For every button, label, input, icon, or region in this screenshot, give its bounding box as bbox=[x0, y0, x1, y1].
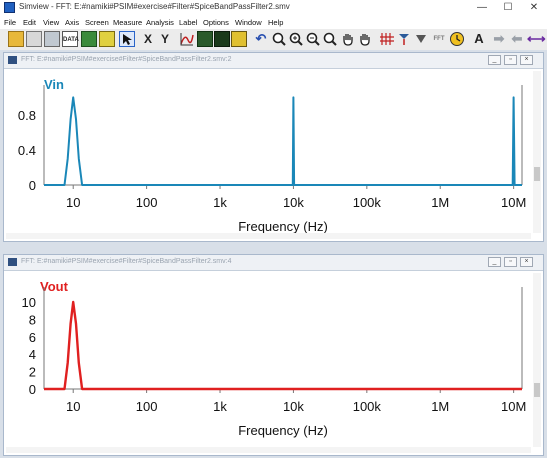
x-axis-title: Frequency (Hz) bbox=[238, 423, 328, 438]
menu-bar: File Edit View Axis Screen Measure Analy… bbox=[0, 16, 547, 29]
x-tick-label: 10M bbox=[501, 399, 526, 414]
xy-icon[interactable] bbox=[99, 31, 115, 47]
y-axis-button[interactable]: Y bbox=[157, 31, 173, 47]
x-tick-label: 1M bbox=[431, 195, 449, 210]
arrow-right-icon[interactable]: ➡ bbox=[491, 31, 507, 47]
y-tick-label: 2 bbox=[29, 365, 36, 380]
toolbar: DATA X Y ↶ FFT A ➡ ⬅ ⟷ bbox=[0, 29, 547, 51]
maximize-button[interactable]: ☐ bbox=[496, 0, 520, 16]
child-restore-button[interactable]: ▫ bbox=[504, 55, 517, 65]
series-line-vin bbox=[44, 96, 522, 186]
layout-icon[interactable] bbox=[231, 31, 247, 47]
child-minimize-button[interactable]: _ bbox=[488, 257, 501, 267]
fft-window-vin: FFT: E:#namiki#PSIM#exercise#Filter#Spic… bbox=[3, 52, 544, 242]
select-cursor-icon[interactable] bbox=[119, 31, 135, 47]
window-title: Simview - FFT: E:#namiki#PSIM#exercise#F… bbox=[19, 2, 290, 11]
horizontal-scrollbar[interactable] bbox=[6, 233, 531, 239]
child-title-bar: FFT: E:#namiki#PSIM#exercise#Filter#Spic… bbox=[4, 255, 543, 271]
zoom-icon[interactable] bbox=[271, 31, 287, 47]
child-close-button[interactable]: × bbox=[520, 55, 533, 65]
undo-zoom-icon[interactable]: ↶ bbox=[253, 31, 269, 47]
screen-split-icon[interactable] bbox=[197, 31, 213, 47]
cursor-measure-icon[interactable] bbox=[379, 31, 395, 47]
x-tick-label: 10M bbox=[501, 195, 526, 210]
x-tick-label: 100k bbox=[353, 195, 382, 210]
probe-icon[interactable] bbox=[413, 31, 429, 47]
y-tick-label: 0 bbox=[29, 178, 36, 193]
child-close-button[interactable]: × bbox=[520, 257, 533, 267]
x-tick-label: 100 bbox=[136, 195, 158, 210]
horizontal-scrollbar[interactable] bbox=[6, 447, 531, 453]
fft-window-vout: FFT: E:#namiki#PSIM#exercise#Filter#Spic… bbox=[3, 254, 544, 456]
y-tick-label: 6 bbox=[29, 330, 36, 345]
print-preview-icon[interactable] bbox=[44, 31, 60, 47]
zoom-in-icon[interactable] bbox=[288, 31, 304, 47]
fft-button[interactable]: FFT bbox=[431, 31, 447, 47]
scrollbar-thumb[interactable] bbox=[534, 167, 540, 181]
curve-icon[interactable] bbox=[179, 31, 195, 47]
x-tick-label: 100 bbox=[136, 399, 158, 414]
simview-app-icon bbox=[4, 2, 15, 13]
x-tick-label: 10k bbox=[283, 195, 304, 210]
zoom-fit-icon[interactable] bbox=[322, 31, 338, 47]
child-window-icon bbox=[8, 56, 17, 64]
y-tick-label: 4 bbox=[29, 347, 36, 362]
y-tick-label: 10 bbox=[22, 295, 36, 310]
x-tick-label: 1k bbox=[213, 195, 227, 210]
close-button[interactable]: ✕ bbox=[522, 0, 546, 16]
text-label-button[interactable]: A bbox=[471, 31, 487, 47]
menu-measure[interactable]: Measure bbox=[113, 18, 142, 27]
main-title-bar: Simview - FFT: E:#namiki#PSIM#exercise#F… bbox=[0, 0, 547, 17]
open-folder-icon[interactable] bbox=[8, 31, 24, 47]
vertical-scrollbar[interactable] bbox=[533, 71, 541, 233]
menu-edit[interactable]: Edit bbox=[23, 18, 36, 27]
x-tick-label: 10k bbox=[283, 399, 304, 414]
menu-analysis[interactable]: Analysis bbox=[146, 18, 174, 27]
menu-screen[interactable]: Screen bbox=[85, 18, 109, 27]
pan-hand-alt-icon[interactable] bbox=[357, 31, 373, 47]
series-line-vout bbox=[44, 300, 522, 391]
scrollbar-thumb[interactable] bbox=[534, 383, 540, 397]
minimize-button[interactable]: — bbox=[470, 0, 494, 16]
print-icon[interactable] bbox=[26, 31, 42, 47]
x-axis-button[interactable]: X bbox=[140, 31, 156, 47]
child-minimize-button[interactable]: _ bbox=[488, 55, 501, 65]
arrow-left-icon[interactable]: ⬅ bbox=[509, 31, 525, 47]
x-tick-label: 1M bbox=[431, 399, 449, 414]
child-window-title: FFT: E:#namiki#PSIM#exercise#Filter#Spic… bbox=[21, 56, 232, 63]
x-tick-label: 1k bbox=[213, 399, 227, 414]
menu-help[interactable]: Help bbox=[268, 18, 283, 27]
double-arrow-icon[interactable]: ⟷ bbox=[527, 31, 546, 47]
chart-icon[interactable] bbox=[81, 31, 97, 47]
signal-label-vin: Vin bbox=[44, 77, 64, 92]
x-tick-label: 10 bbox=[66, 195, 80, 210]
child-restore-button[interactable]: ▫ bbox=[504, 257, 517, 267]
pan-hand-icon[interactable] bbox=[340, 31, 356, 47]
grid-icon[interactable] bbox=[214, 31, 230, 47]
child-window-icon bbox=[8, 258, 17, 266]
x-axis-title: Frequency (Hz) bbox=[238, 219, 328, 234]
marker-icon[interactable] bbox=[396, 31, 412, 47]
vin-spectrum-plot: Vin 0 0.4 0.8 10 100 1k 10k 100k 1M 10M Frequency … bbox=[18, 77, 526, 234]
vertical-scrollbar[interactable] bbox=[533, 273, 541, 447]
menu-label[interactable]: Label bbox=[179, 18, 197, 27]
child-title-bar: FFT: E:#namiki#PSIM#exercise#Filter#Spic… bbox=[4, 53, 543, 69]
y-tick-label: 8 bbox=[29, 312, 36, 327]
zoom-out-icon[interactable] bbox=[305, 31, 321, 47]
mdi-workspace: FFT: E:#namiki#PSIM#exercise#Filter#Spic… bbox=[0, 50, 547, 458]
menu-file[interactable]: File bbox=[4, 18, 16, 27]
x-tick-label: 10 bbox=[66, 399, 80, 414]
clock-icon[interactable] bbox=[449, 31, 465, 47]
y-tick-label: 0.8 bbox=[18, 108, 36, 123]
y-tick-label: 0.4 bbox=[18, 143, 36, 158]
menu-view[interactable]: View bbox=[43, 18, 59, 27]
vout-spectrum-plot: Vout 024681010 100 1k 10k 100k 1M 10MFrequency… bbox=[22, 279, 527, 438]
child-window-title: FFT: E:#namiki#PSIM#exercise#Filter#Spic… bbox=[21, 258, 232, 265]
data-button[interactable]: DATA bbox=[62, 31, 79, 47]
menu-options[interactable]: Options bbox=[203, 18, 229, 27]
menu-axis[interactable]: Axis bbox=[65, 18, 79, 27]
menu-window[interactable]: Window bbox=[235, 18, 262, 27]
y-tick-label: 0 bbox=[29, 382, 36, 397]
x-tick-label: 100k bbox=[353, 399, 382, 414]
